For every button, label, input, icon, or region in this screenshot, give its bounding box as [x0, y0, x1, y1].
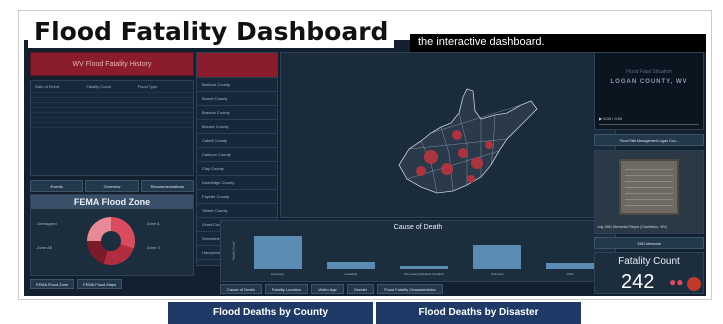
fema-title: FEMA Flood Zone [31, 195, 193, 209]
list-item[interactable]: Fayette County [197, 189, 277, 203]
list-item[interactable]: Braxton County [197, 105, 277, 119]
bar-0[interactable] [253, 236, 302, 269]
page-title-text: Flood Fatality Dashboard [34, 16, 389, 46]
bar-label-2: Pre-existing Medical Condition [403, 272, 445, 276]
dashboard-embed[interactable]: WV Flood Fatality History Date of Event … [24, 40, 706, 296]
fema-tabs: FEMA Flood Zone FEMA Flood Maps [30, 279, 210, 289]
cause-of-death-panel: Cause of Death Fatality Count Drowning La… [220, 220, 616, 282]
wv-map-svg [398, 88, 538, 194]
cause-of-death-ylabel: Fatality Count [231, 241, 236, 261]
history-table[interactable]: Date of Event Fatality Count Flood Type [30, 80, 194, 176]
cause-of-death-chart[interactable]: Drowning Landslide Pre-existing Medical Co… [241, 235, 605, 276]
photo-nav-label: 1961 Memorial [637, 242, 661, 246]
list-item[interactable]: Doddridge County [197, 175, 277, 189]
bar-2[interactable] [400, 266, 448, 269]
memorial-plaque-image [619, 159, 679, 215]
video-title: Flood Fatal Situation [626, 69, 672, 75]
btn-victim-age[interactable]: Victim Age [310, 284, 344, 294]
fema-panel: FEMA Flood Zone Unmapped Zone AE Zone A … [30, 194, 194, 276]
play-icon[interactable]: ▶ [599, 116, 602, 121]
list-item[interactable]: Gilmer County [197, 203, 277, 217]
history-header: WV Flood Fatality History [30, 52, 194, 76]
tab-fema-flood-maps[interactable]: FEMA Flood Maps [77, 279, 123, 289]
county-list-header [197, 53, 277, 77]
list-item[interactable]: Brooke County [197, 119, 277, 133]
list-item[interactable]: Boone County [197, 91, 277, 105]
bar-label-3: Unknown [490, 272, 504, 276]
wv-map[interactable] [280, 52, 616, 218]
tab-fema-flood-zone[interactable]: FEMA Flood Zone [30, 279, 75, 289]
col-count: Fatality Count [86, 84, 112, 89]
fema-label-unmapped: Unmapped [37, 221, 57, 226]
bar-label-0: Drowning [271, 272, 284, 276]
fatality-count-label: Fatality Count [618, 256, 680, 267]
video-nav-label: Flood Risk Management Logan Cou... [619, 139, 679, 143]
memorial-photo: July 1961 Memorial Plaque (Charleston, W… [594, 150, 704, 234]
list-item[interactable]: Cabell County [197, 133, 277, 147]
history-table-header: Date of Event Fatality Count Flood Type [31, 81, 193, 92]
photo-caption: July 1961 Memorial Plaque (Charleston, W… [597, 225, 668, 229]
caption-text: the interactive dashboard. [418, 36, 545, 48]
btn-flood-fatality-characteristics[interactable]: Flood Fatality Characteristics [377, 284, 443, 294]
video-subtitle: LOGAN COUNTY, WV [610, 79, 688, 85]
people-icon: ●● [669, 275, 684, 289]
btn-cause-of-death[interactable]: Cause of Death [220, 284, 262, 294]
fema-label-zone-a: Zone A [147, 221, 160, 226]
video-player[interactable]: Flood Fatal Situation LOGAN COUNTY, WV ▶… [594, 52, 704, 130]
fema-label-zone-ae: Zone AE [37, 245, 53, 250]
history-rows [31, 92, 193, 132]
col-date: Date of Event [35, 84, 60, 89]
page-title: Flood Fatality Dashboard [28, 14, 395, 48]
fema-donut-chart[interactable] [87, 217, 135, 265]
tab-overview[interactable]: Overview [85, 180, 139, 192]
alert-dot-icon [687, 277, 701, 291]
list-item[interactable]: Clay County [197, 161, 277, 175]
history-header-label: WV Flood Fatality History [72, 61, 152, 68]
fatality-count-value: 242 [621, 271, 655, 293]
fatality-count-card: Fatality Count 242 ●● [594, 252, 704, 294]
cause-of-death-title: Cause of Death [393, 224, 443, 231]
tab-events[interactable]: Events [30, 180, 84, 192]
bar-4[interactable] [546, 263, 595, 269]
video-time-label: 0:00 / 0:00 [603, 116, 623, 121]
list-item[interactable]: Barbour County [197, 77, 277, 91]
bar-label-1: Landslide [344, 272, 358, 276]
flood-deaths-by-county-button[interactable]: Flood Deaths by County [168, 302, 373, 324]
photo-nav[interactable]: 1961 Memorial [594, 237, 704, 249]
overview-tabs: Events Overview Recommendations [30, 180, 194, 192]
bar-1[interactable] [326, 261, 375, 269]
cause-buttons: Cause of Death Fatality Location Victim … [220, 284, 618, 294]
video-progress-bar[interactable] [599, 124, 699, 125]
table-row[interactable] [31, 127, 193, 132]
video-nav[interactable]: Flood Risk Management Logan Cou... [594, 134, 704, 146]
col-type: Flood Type [137, 84, 158, 89]
btn-gender[interactable]: Gender [346, 284, 375, 294]
flood-deaths-by-disaster-button[interactable]: Flood Deaths by Disaster [376, 302, 581, 324]
tab-recommendations[interactable]: Recommendations [140, 180, 194, 192]
btn-fatality-location[interactable]: Fatality Location [264, 284, 308, 294]
bar-3[interactable] [473, 245, 522, 269]
fema-label-zone-x: Zone X [147, 245, 160, 250]
list-item[interactable]: Calhoun County [197, 147, 277, 161]
video-time[interactable]: ▶ 0:00 / 0:00 [599, 116, 622, 121]
caption-overlay: the interactive dashboard. [410, 34, 706, 52]
